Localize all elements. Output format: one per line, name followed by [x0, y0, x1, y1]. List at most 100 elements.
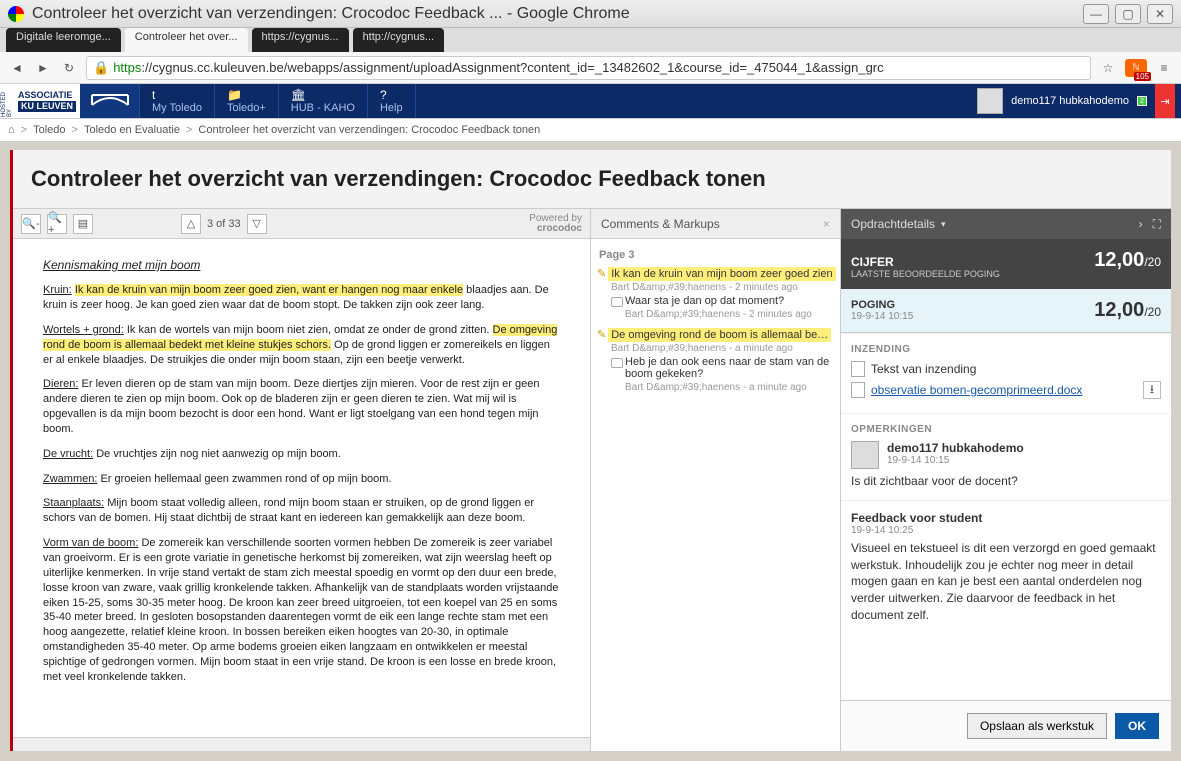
chevron-down-icon: ▾ [941, 219, 946, 230]
browser-tab[interactable]: https://cygnus... [252, 28, 349, 52]
nav-my-toledo[interactable]: tMy Toledo [140, 84, 215, 118]
comment-time: 2 minutes ago [735, 282, 798, 293]
feedback-timestamp: 19-9-14 10:25 [851, 525, 1161, 536]
comment-highlight-text: De omgeving rond de boom is allemaal be… [608, 328, 831, 342]
back-button[interactable]: ◄ [8, 59, 26, 77]
page-fit-icon[interactable]: ▤ [73, 214, 93, 234]
zoom-in-icon[interactable]: 🔍+ [47, 214, 67, 234]
highlight-icon: ✎ [597, 329, 606, 341]
forward-button[interactable]: ► [34, 59, 52, 77]
remark-timestamp: 19-9-14 10:15 [887, 455, 1024, 466]
comments-list[interactable]: Page 3 ✎Ik kan de kruin van mijn boom ze… [591, 239, 840, 751]
breadcrumb: ⌂ > Toledo > Toledo en Evaluatie > Contr… [0, 118, 1181, 142]
browser-tab[interactable]: Digitale leeromge... [6, 28, 121, 52]
browser-tab[interactable]: http://cygnus... [353, 28, 445, 52]
doc-text: Er groeien hellemaal geen zwammen rond o… [100, 473, 391, 485]
doc-text: Er leven dieren op de stam van mijn boom… [43, 378, 539, 435]
document-viewport[interactable]: Kennismaking met mijn boom Kruin: Ik kan… [13, 239, 590, 737]
breadcrumb-link[interactable]: Toledo [33, 124, 65, 136]
logout-button[interactable]: ⇥ [1155, 84, 1175, 118]
comments-title: Comments & Markups [601, 217, 720, 231]
page-indicator: 3 of 33 [207, 218, 241, 230]
doc-text: Ik kan de wortels van mijn boom niet zie… [127, 324, 490, 336]
grade-value: 12,00 [1094, 249, 1144, 271]
nav-help[interactable]: ?Help [368, 84, 416, 118]
comment-reply: Heb je dan ook eens naar de stam van de … [611, 356, 834, 380]
page-title: Controleer het overzicht van verzendinge… [13, 150, 1171, 208]
attempt-timestamp: 19-9-14 10:15 [851, 311, 913, 322]
highlight[interactable]: Ik kan de kruin van mijn boom zeer goed … [75, 284, 463, 296]
grade-label: CIJFER [851, 255, 1000, 269]
close-window-button[interactable]: ✕ [1147, 4, 1173, 24]
feedback-heading: Feedback voor student [851, 511, 1161, 525]
details-title: Opdrachtdetails [851, 217, 935, 231]
window-title: Controleer het overzicht van verzendinge… [32, 5, 1083, 23]
building-icon: 🏛 [291, 88, 306, 102]
submission-text-row[interactable]: Tekst van inzending [851, 361, 1161, 377]
download-button[interactable]: ⭳ [1143, 381, 1161, 399]
browser-tab-active[interactable]: Controleer het over... [125, 28, 248, 52]
reload-button[interactable]: ↻ [60, 59, 78, 77]
browser-tabs: Digitale leeromge... Controleer het over… [0, 28, 1181, 52]
menu-icon[interactable]: ≡ [1155, 59, 1173, 77]
details-header[interactable]: Opdrachtdetails ▾ › ⛶ [841, 209, 1171, 239]
reply-time: 2 minutes ago [749, 309, 812, 320]
bridge-svg-icon [90, 93, 130, 109]
nav-toledo-plus[interactable]: 📁Toledo+ [215, 84, 279, 118]
next-icon[interactable]: › [1139, 217, 1143, 232]
grade-max: /20 [1144, 255, 1161, 269]
chrome-favicon [8, 6, 24, 22]
app-navbar: HOSTED BY ASSOCIATIEKU LEUVEN tMy Toledo… [0, 84, 1181, 118]
breadcrumb-sep: > [21, 124, 27, 136]
submission-file-row[interactable]: observatie bomen-gecomprimeerd.docx ⭳ [851, 381, 1161, 399]
save-as-work-button[interactable]: Opslaan als werkstuk [967, 713, 1107, 739]
kuleuven-logo[interactable]: ASSOCIATIEKU LEUVEN [14, 84, 80, 118]
comment-item[interactable]: ✎Ik kan de kruin van mijn boom zeer goed… [597, 267, 834, 320]
next-page-button[interactable]: ▽ [247, 214, 267, 234]
doc-heading: Kennismaking met mijn boom [43, 257, 560, 273]
home-icon[interactable]: ⌂ [8, 124, 15, 136]
comments-page-label: Page 3 [599, 249, 832, 261]
zoom-out-icon[interactable]: 🔍- [21, 214, 41, 234]
remark-text: Is dit zichtbaar voor de docent? [851, 473, 1161, 490]
url-https: https [113, 60, 141, 75]
horizontal-scrollbar[interactable] [13, 737, 590, 751]
notification-badge[interactable]: 2 [1137, 96, 1147, 106]
bridge-icon[interactable] [80, 84, 140, 118]
url-bar[interactable]: 🔒 https://cygnus.cc.kuleuven.be/webapps/… [86, 56, 1091, 80]
ok-button[interactable]: OK [1115, 713, 1159, 739]
attempt-label: POGING [851, 299, 913, 311]
maximize-button[interactable]: ▢ [1115, 4, 1141, 24]
rss-count-badge: 105 [1134, 72, 1151, 81]
doc-label: Kruin: [43, 284, 72, 296]
user-name[interactable]: demo117 hubkahodemo [1011, 95, 1129, 107]
doc-text: Mijn boom staat volledig alleen, rond mi… [43, 497, 534, 524]
grade-sublabel: LAATSTE BEOORDEELDE POGING [851, 269, 1000, 279]
close-comments-button[interactable]: × [823, 217, 830, 231]
prev-page-button[interactable]: △ [181, 214, 201, 234]
feedback-text: Visueel en tekstueel is dit een verzorgd… [851, 540, 1161, 624]
nav-label: My Toledo [152, 102, 202, 114]
comment-reply: Waar sta je dan op dat moment? [611, 295, 834, 307]
doc-text: De zomereik kan verschillende soorten vo… [43, 537, 558, 683]
user-avatar[interactable] [977, 88, 1003, 114]
doc-toolbar: 🔍- 🔍+ ▤ △ 3 of 33 ▽ Powered bycrocodoc [13, 209, 590, 239]
nav-hub-kaho[interactable]: 🏛HUB - KAHO [279, 84, 368, 118]
comment-item[interactable]: ✎De omgeving rond de boom is allemaal be… [597, 328, 834, 393]
rss-icon[interactable]: ℕ 105 [1125, 59, 1147, 77]
document-icon [851, 382, 865, 398]
expand-icon[interactable]: ⛶ [1153, 217, 1161, 232]
attempt-row[interactable]: POGING 19-9-14 10:15 12,00/20 [841, 289, 1171, 333]
comment-author: Bart D&amp;#39;haenens [611, 282, 726, 293]
minimize-button[interactable]: — [1083, 4, 1109, 24]
highlight-icon: ✎ [597, 268, 606, 280]
breadcrumb-current: Controleer het overzicht van verzendinge… [198, 124, 540, 136]
doc-label: Staanplaats: [43, 497, 104, 509]
nav-label: HUB - KAHO [291, 102, 355, 114]
remark-author: demo117 hubkahodemo [887, 441, 1024, 455]
breadcrumb-link[interactable]: Toledo en Evaluatie [84, 124, 180, 136]
star-icon[interactable]: ☆ [1099, 59, 1117, 77]
submission-file-link[interactable]: observatie bomen-gecomprimeerd.docx [871, 383, 1082, 397]
remark-avatar [851, 441, 879, 469]
nav-label: Toledo+ [227, 102, 266, 114]
